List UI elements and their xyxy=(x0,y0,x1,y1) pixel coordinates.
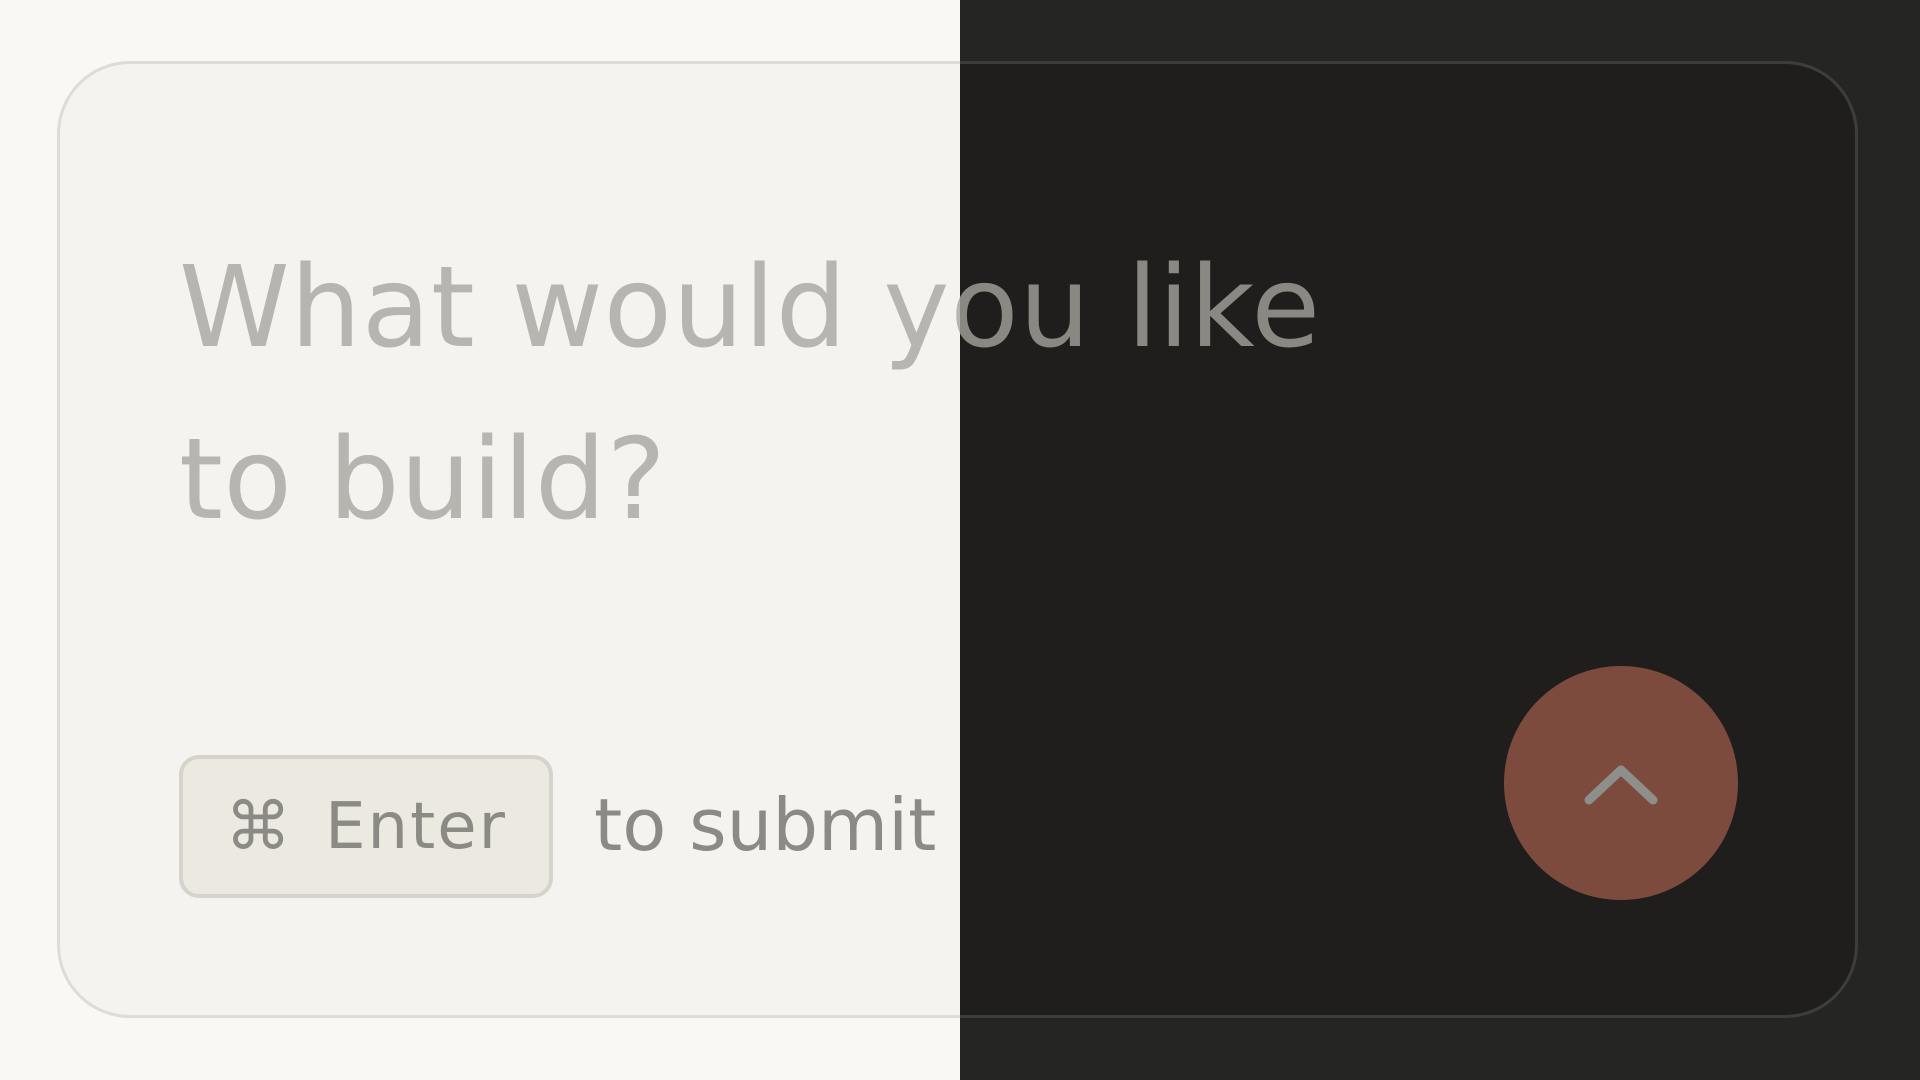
enter-shortcut-key: ⌘ Enter xyxy=(179,755,553,898)
chevron-up-icon xyxy=(1584,765,1658,805)
enter-key-label: Enter xyxy=(325,789,507,864)
submit-hint-text: to submit xyxy=(594,783,937,867)
submit-button[interactable] xyxy=(1504,666,1738,900)
command-key-icon: ⌘ xyxy=(225,787,292,865)
